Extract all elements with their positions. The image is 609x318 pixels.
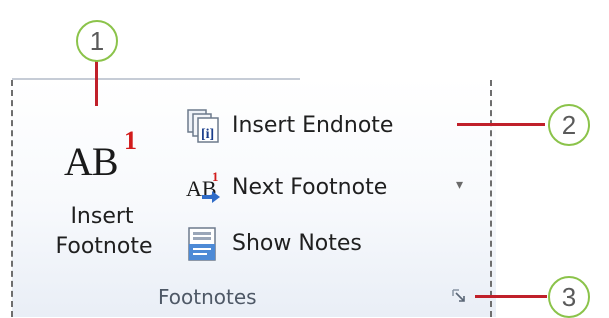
endnote-icon: [i] xyxy=(186,108,224,144)
group-left-border xyxy=(11,80,13,317)
insert-endnote-label: Insert Endnote xyxy=(232,113,394,138)
group-label-footnotes: Footnotes xyxy=(158,285,257,309)
callout-1: 1 xyxy=(76,20,118,62)
callout-2: 2 xyxy=(548,104,590,146)
footnote-icon-letters: AB xyxy=(64,139,119,184)
callout-1-leader xyxy=(95,60,98,106)
group-right-border xyxy=(490,80,492,317)
show-notes-icon xyxy=(186,226,220,262)
insert-endnote-button[interactable]: [i] Insert Endnote xyxy=(182,104,452,148)
chevron-down-icon[interactable]: ▾ xyxy=(456,177,463,193)
callout-3-leader xyxy=(475,295,547,298)
next-footnote-button[interactable]: AB 1 Next Footnote ▾ xyxy=(182,164,472,208)
callout-3: 3 xyxy=(548,276,590,318)
next-footnote-icon-superscript: 1 xyxy=(212,169,219,184)
insert-footnote-label-line2: Footnote xyxy=(55,234,153,259)
dialog-launcher-icon[interactable] xyxy=(451,288,467,304)
insert-footnote-label-line1: Insert xyxy=(70,204,134,229)
insert-footnote-button[interactable]: AB 1 Insert Footnote xyxy=(52,120,172,275)
show-notes-button[interactable]: Show Notes xyxy=(182,222,422,266)
footnote-icon-superscript: 1 xyxy=(124,126,137,155)
next-footnote-icon: AB 1 xyxy=(184,166,226,206)
insert-footnote-icon: AB 1 xyxy=(64,126,137,182)
svg-text:[i]: [i] xyxy=(201,127,214,142)
next-footnote-label: Next Footnote xyxy=(232,175,388,200)
callout-2-leader xyxy=(457,123,545,126)
group-top-divider xyxy=(12,78,300,80)
show-notes-label: Show Notes xyxy=(232,231,362,256)
